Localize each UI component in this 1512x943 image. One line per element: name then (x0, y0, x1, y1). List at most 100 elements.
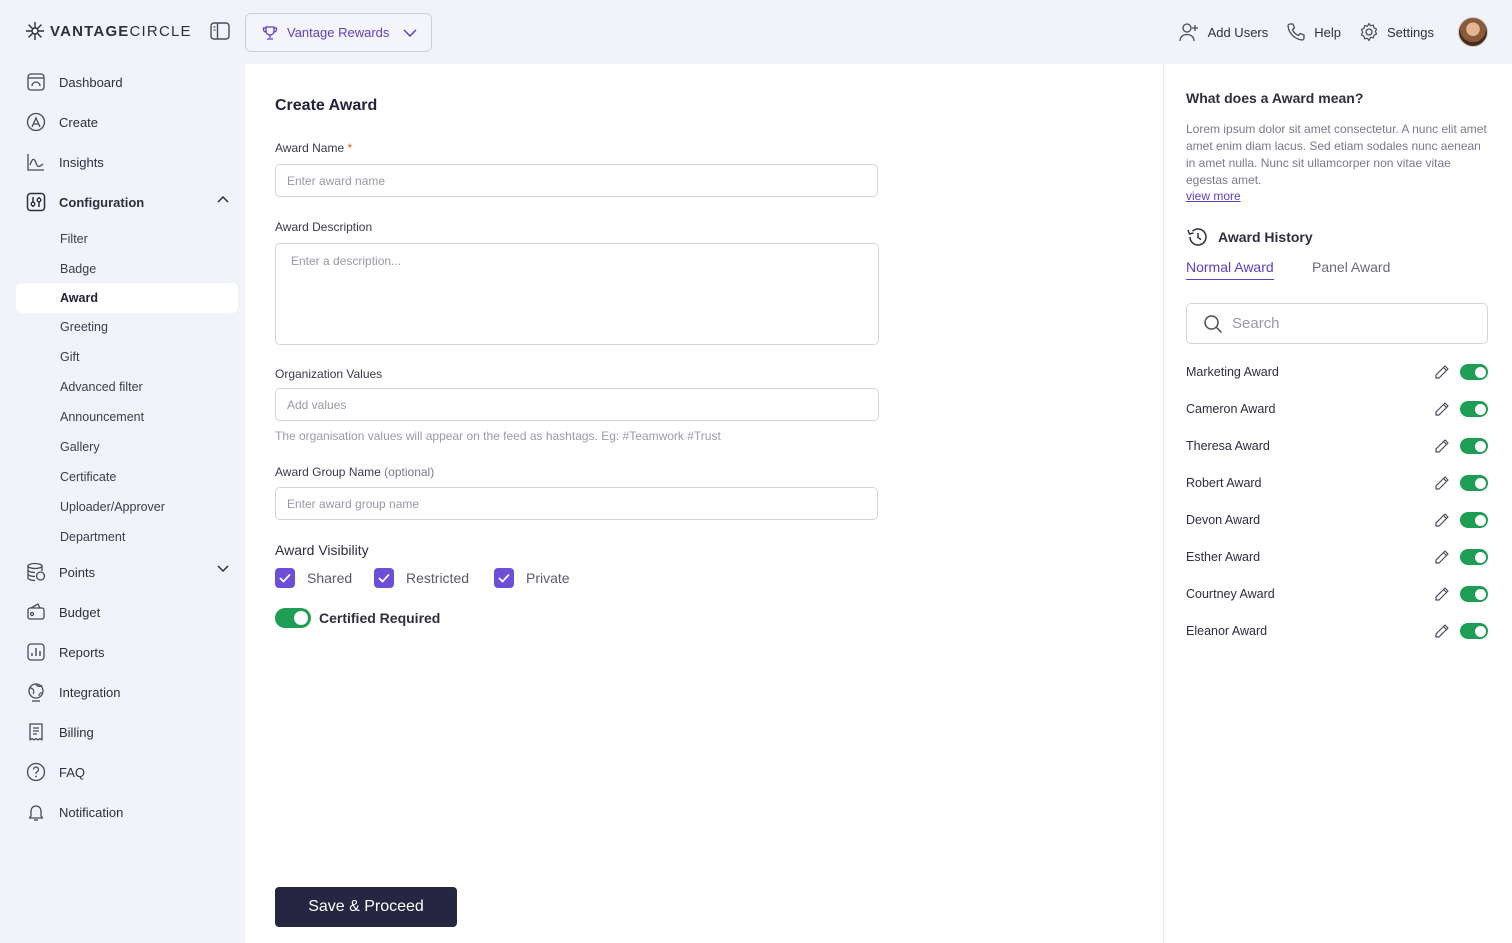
certified-required-row: Certified Required (275, 608, 440, 628)
org-values-input[interactable] (275, 388, 879, 421)
tab-panel-award[interactable]: Panel Award (1312, 259, 1390, 275)
sidebar-item-faq[interactable]: FAQ (26, 760, 231, 784)
sidebar-subitem-filter[interactable]: Filter (16, 224, 238, 254)
sidebar-item-reports[interactable]: Reports (26, 640, 231, 664)
checkbox-checked-icon (494, 568, 514, 588)
checkbox-checked-icon (374, 568, 394, 588)
sidebar-subitem-badge[interactable]: Badge (16, 254, 238, 284)
sidebar-item-budget[interactable]: Budget (26, 600, 231, 624)
history-icon (1187, 228, 1207, 246)
award-toggle[interactable] (1460, 401, 1488, 417)
award-name: Robert Award (1186, 476, 1262, 490)
pencil-icon[interactable] (1434, 438, 1450, 454)
pencil-icon[interactable] (1434, 512, 1450, 528)
award-name: Devon Award (1186, 513, 1261, 527)
sidebar-subitem-certificate[interactable]: Certificate (16, 462, 238, 492)
certified-required-toggle[interactable] (275, 608, 311, 628)
sidebar-subitem-greeting[interactable]: Greeting (16, 312, 238, 342)
pencil-icon[interactable] (1434, 623, 1450, 639)
sidebar-item-integration[interactable]: Integration (26, 680, 231, 704)
sidebar-item-label: Dashboard (59, 74, 123, 90)
award-toggle[interactable] (1460, 475, 1488, 491)
award-row: Eleanor Award (1186, 621, 1488, 641)
sidebar-item-points[interactable]: Points (26, 560, 231, 584)
award-toggle[interactable] (1460, 586, 1488, 602)
sidebar-subitem-uploader-approver[interactable]: Uploader/Approver (16, 492, 238, 522)
award-row: Theresa Award (1186, 436, 1488, 456)
award-name: Courtney Award (1186, 587, 1275, 601)
pencil-icon[interactable] (1434, 549, 1450, 565)
settings-label: Settings (1387, 24, 1434, 40)
pencil-icon[interactable] (1434, 364, 1450, 380)
visibility-shared-checkbox[interactable]: Shared (275, 568, 352, 588)
award-name-input[interactable] (275, 164, 878, 197)
program-label: Vantage Rewards (287, 25, 390, 40)
award-row: Marketing Award (1186, 362, 1488, 382)
dashboard-icon (27, 73, 45, 91)
tab-normal-award[interactable]: Normal Award (1186, 259, 1274, 280)
integration-icon (28, 683, 44, 702)
sidebar-subitem-announcement[interactable]: Announcement (16, 402, 238, 432)
program-selector[interactable]: Vantage Rewards (245, 13, 432, 52)
budget-icon (27, 603, 45, 620)
chevron-up-icon[interactable] (217, 195, 229, 203)
award-name: Marketing Award (1186, 365, 1279, 379)
bell-icon (28, 805, 44, 821)
view-more-link[interactable]: view more (1186, 189, 1241, 203)
sidebar-item-label: Budget (59, 604, 101, 620)
sidebar-subitem-advanced-filter[interactable]: Advanced filter (16, 372, 238, 402)
pencil-icon[interactable] (1434, 401, 1450, 417)
sidebar-item-create[interactable]: Create (26, 110, 231, 134)
save-proceed-button[interactable]: Save & Proceed (275, 887, 457, 927)
pencil-icon[interactable] (1434, 586, 1450, 602)
award-toggle[interactable] (1460, 549, 1488, 565)
logo[interactable]: VANTAGECIRCLE (24, 20, 192, 42)
sidebar-subitem-department[interactable]: Department (16, 522, 238, 552)
award-toggle[interactable] (1460, 364, 1488, 380)
sidebar-item-insights[interactable]: Insights (26, 150, 231, 174)
sidebar-item-label: Points (59, 564, 96, 580)
points-icon (27, 562, 46, 582)
settings-button[interactable]: Settings (1359, 22, 1434, 42)
sidebar-subitem-award[interactable]: Award (16, 283, 238, 313)
award-description-input[interactable] (275, 243, 879, 345)
help-button[interactable]: Help (1286, 22, 1341, 42)
award-group-input[interactable] (275, 487, 878, 520)
phone-icon (1287, 23, 1305, 41)
award-toggle[interactable] (1460, 438, 1488, 454)
pencil-icon[interactable] (1434, 475, 1450, 491)
sidebar-item-label: Reports (59, 644, 105, 660)
search-icon (1204, 314, 1223, 333)
award-visibility-label: Award Visibility (275, 542, 369, 558)
panel-title: What does a Award mean? (1186, 90, 1364, 106)
sidebar-item-dashboard[interactable]: Dashboard (26, 70, 231, 94)
visibility-private-checkbox[interactable]: Private (494, 568, 570, 588)
chevron-down-icon (403, 28, 417, 37)
sidebar-item-configuration[interactable]: Configuration (26, 190, 231, 214)
sidebar-item-label: Configuration (59, 194, 145, 210)
reports-icon (27, 643, 45, 661)
configuration-icon (26, 192, 46, 212)
sidebar-item-notification[interactable]: Notification (26, 800, 231, 824)
award-name: Cameron Award (1186, 402, 1276, 416)
sidebar-item-label: Insights (59, 154, 104, 170)
award-toggle[interactable] (1460, 623, 1488, 639)
org-values-label: Organization Values (275, 367, 383, 381)
sidebar-item-label: Create (59, 114, 99, 130)
award-search (1186, 303, 1488, 344)
sidebar-item-label: Billing (59, 724, 94, 740)
award-toggle[interactable] (1460, 512, 1488, 528)
visibility-restricted-checkbox[interactable]: Restricted (374, 568, 469, 588)
add-user-icon (1178, 23, 1198, 42)
sidebar-item-billing[interactable]: Billing (26, 720, 231, 744)
sidebar-item-label: Integration (59, 684, 121, 700)
search-input[interactable] (1232, 315, 1472, 332)
add-users-button[interactable]: Add Users (1178, 22, 1268, 42)
gear-icon (1360, 22, 1378, 42)
sidebar-subitem-gift[interactable]: Gift (16, 342, 238, 372)
sidebar-toggle-icon[interactable] (210, 22, 232, 42)
avatar[interactable] (1458, 17, 1488, 47)
chevron-down-icon[interactable] (217, 565, 229, 573)
sidebar-subitem-gallery[interactable]: Gallery (16, 432, 238, 462)
create-icon (26, 112, 46, 132)
